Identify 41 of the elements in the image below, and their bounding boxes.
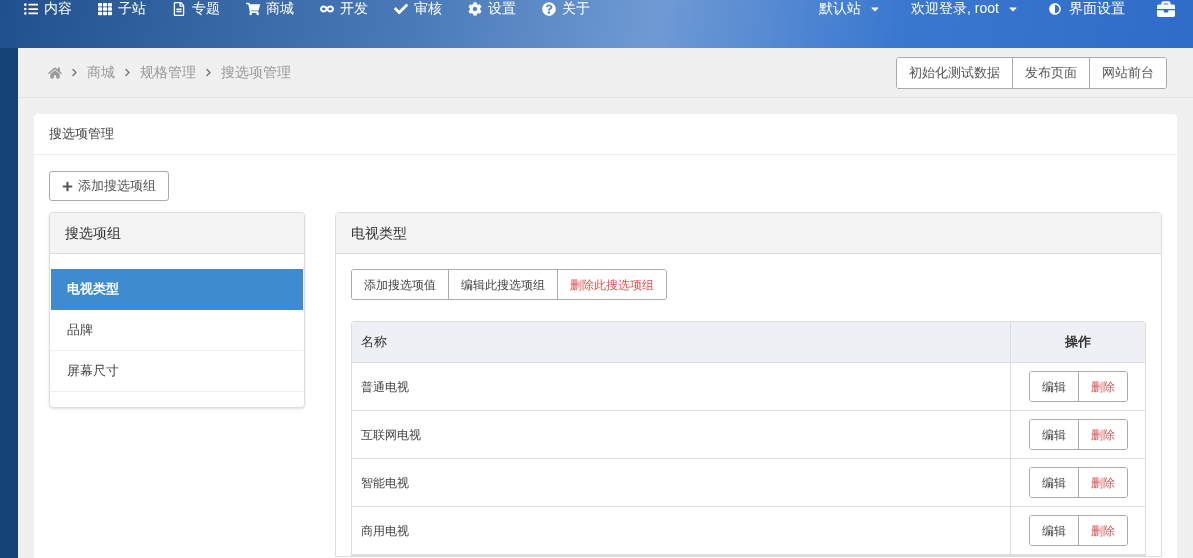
check-icon [394, 1, 408, 16]
delete-button[interactable]: 删除 [1077, 468, 1127, 497]
nav-menu-item[interactable]: 界面设置 [1049, 0, 1125, 19]
nav-menu-item[interactable]: 开发 [320, 0, 368, 19]
cart-icon [246, 1, 260, 16]
table-cell-text: 智能电视 [360, 474, 410, 492]
chevron-right-icon [204, 68, 213, 77]
briefcase-icon[interactable] [1155, 0, 1177, 18]
column-header: 名称 [360, 333, 388, 352]
nav-menu-item[interactable]: 子站 [98, 0, 146, 19]
add-group-button[interactable]: 添加搜选项组 [49, 171, 169, 201]
chevron-right-icon [123, 68, 132, 77]
delete-button[interactable]: 删除 [1077, 372, 1127, 401]
settings-icon [468, 1, 482, 16]
contrast-icon [1049, 2, 1061, 15]
card-title: 搜选项管理 [49, 125, 114, 144]
nav-menu-item[interactable]: 设置 [468, 0, 516, 19]
nav-menu-item[interactable]: 关于 [542, 0, 590, 19]
document-icon [172, 1, 186, 16]
column-header: 操作 [1010, 322, 1145, 362]
panel-title: 搜选项组 [65, 223, 121, 243]
delete-button[interactable]: 删除 [1077, 516, 1127, 545]
nav-menu-item[interactable]: 专题 [172, 0, 220, 19]
nav-menu-item[interactable]: 审核 [394, 0, 442, 19]
nav-menu-item[interactable]: 默认站 [819, 0, 882, 19]
nav-menu-item[interactable]: 欢迎登录, root [911, 0, 1019, 19]
table-cell-text: 普通电视 [360, 378, 410, 396]
delete-button[interactable]: 删除 [1077, 420, 1127, 449]
list-icon [24, 1, 38, 16]
nav-menu-item[interactable]: 内容 [24, 0, 72, 19]
group-list-item[interactable]: 电视类型 [51, 269, 303, 310]
chevron-right-icon [70, 68, 79, 77]
panel-title: 电视类型 [351, 223, 407, 243]
table-cell-text: 商用电视 [360, 522, 410, 540]
help-icon [542, 1, 556, 16]
group-action-button[interactable]: 删除此搜选项组 [557, 270, 666, 299]
toolbar-button[interactable]: 网站前台 [1089, 57, 1166, 88]
table-cell-text: 互联网电视 [360, 426, 422, 444]
plus-icon [62, 180, 73, 192]
grid-icon [98, 1, 112, 16]
nav-menu-item[interactable]: 商城 [246, 0, 294, 19]
